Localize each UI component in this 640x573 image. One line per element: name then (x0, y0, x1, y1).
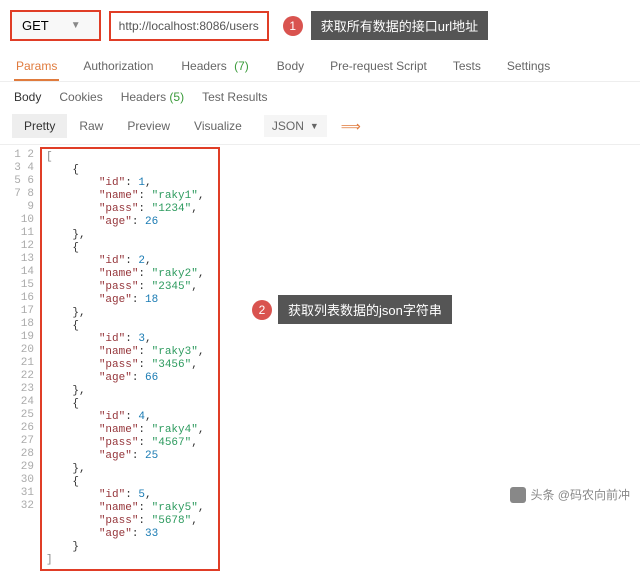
annotation-badge-2: 2 (252, 300, 272, 320)
response-tabs: Body Cookies Headers (5) Test Results (0, 82, 640, 108)
tab-prerequest[interactable]: Pre-request Script (328, 53, 429, 81)
chevron-down-icon: ▼ (310, 121, 319, 131)
annotation-badge-1: 1 (283, 16, 303, 36)
tab-body-req[interactable]: Body (275, 53, 306, 81)
watermark: 头条 @码农向前冲 (510, 486, 630, 503)
request-bar: GET ▼ http://localhost:8086/users 1 获取所有… (0, 0, 640, 47)
json-code[interactable]: [ { "id": 1, "name": "raky1", "pass": "1… (40, 147, 220, 571)
url-input[interactable]: http://localhost:8086/users (109, 11, 269, 41)
tab-headers-req[interactable]: Headers (7) (177, 53, 252, 81)
response-viewbar: Pretty Raw Preview Visualize JSON▼ ⟹ (0, 108, 640, 145)
tab-testresults[interactable]: Test Results (202, 90, 267, 104)
http-method-value: GET (22, 18, 49, 33)
tab-headers-res[interactable]: Headers (5) (121, 90, 184, 104)
view-preview[interactable]: Preview (115, 114, 182, 138)
toutiao-icon (510, 487, 526, 503)
tab-params[interactable]: Params (14, 53, 59, 81)
request-tabs: Params Authorization Headers (7) Body Pr… (0, 47, 640, 82)
view-pretty[interactable]: Pretty (12, 114, 67, 138)
annotation-callout-1: 获取所有数据的接口url地址 (311, 11, 488, 40)
view-raw[interactable]: Raw (67, 114, 115, 138)
format-dropdown[interactable]: JSON▼ (264, 115, 327, 137)
tab-settings[interactable]: Settings (505, 53, 552, 81)
tab-body-res[interactable]: Body (14, 90, 41, 104)
annotation-callout-2: 获取列表数据的json字符串 (278, 295, 452, 324)
line-gutter: 1 2 3 4 5 6 7 8 9 10 11 12 13 14 15 16 1… (12, 147, 40, 571)
view-visualize[interactable]: Visualize (182, 114, 254, 138)
wrap-line-icon[interactable]: ⟹ (335, 118, 367, 135)
annotation-2: 2 获取列表数据的json字符串 (246, 295, 452, 324)
http-method-dropdown[interactable]: GET ▼ (10, 10, 101, 41)
chevron-down-icon: ▼ (71, 20, 81, 31)
tab-tests[interactable]: Tests (451, 53, 483, 81)
tab-authorization[interactable]: Authorization (81, 53, 155, 81)
tab-cookies[interactable]: Cookies (59, 90, 102, 104)
